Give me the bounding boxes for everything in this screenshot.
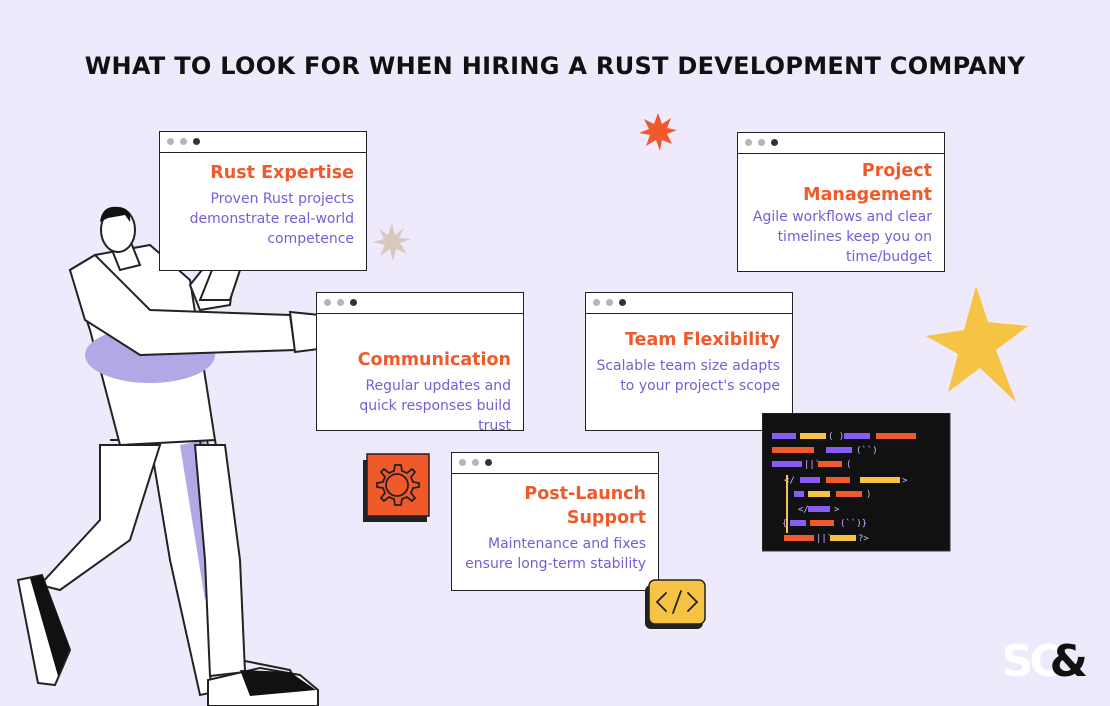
card-communication: Communication Regular updates and quick … <box>316 292 524 434</box>
svg-text:(``)}: (``)} <box>840 518 867 529</box>
starburst-icon <box>926 286 1028 402</box>
window-titlebar <box>160 132 366 153</box>
brand-logo: SC& <box>1002 640 1088 684</box>
card-text: Maintenance and fixes ensure long-term s… <box>465 536 646 572</box>
code-window-icon: ( )(``)||`( </>)</> {(``)}||` ?> <box>762 413 951 552</box>
window-titlebar <box>738 133 944 154</box>
card-team-flexibility: Team Flexibility Scalable team size adap… <box>585 292 793 431</box>
svg-text:>: > <box>834 505 840 515</box>
window-titlebar <box>586 293 792 314</box>
svg-text:(: ( <box>846 460 851 470</box>
starburst-icon <box>373 223 411 261</box>
svg-text:>: > <box>902 476 908 486</box>
svg-text:||`: ||` <box>816 533 832 544</box>
card-heading: Post-Launch Support <box>524 484 646 528</box>
svg-text:): ) <box>866 490 871 500</box>
gear-icon <box>363 453 430 522</box>
card-rust-expertise: Rust Expertise Proven Rust projects demo… <box>159 131 367 271</box>
page-title: WHAT TO LOOK FOR WHEN HIRING A RUST DEVE… <box>84 52 1026 80</box>
person-illustration <box>16 206 358 706</box>
card-project-management: Project Management Agile workflows and c… <box>737 132 945 272</box>
card-heading: Team Flexibility <box>624 330 780 350</box>
svg-text:?>: ?> <box>858 534 869 544</box>
card-text: Scalable team size adapts to your projec… <box>596 358 780 394</box>
svg-text:</: </ <box>798 505 809 515</box>
svg-text:||`: ||` <box>804 459 820 470</box>
svg-text:</: </ <box>784 476 795 486</box>
card-text: Proven Rust projects demonstrate real-wo… <box>189 191 354 247</box>
card-heading: Communication <box>357 350 511 370</box>
window-titlebar <box>452 453 658 474</box>
code-brackets-icon <box>645 579 706 629</box>
card-text: Regular updates and quick responses buil… <box>359 378 511 434</box>
card-heading: Project Management <box>803 161 932 205</box>
svg-text:(``): (``) <box>856 445 878 456</box>
card-post-launch-support: Post-Launch Support Maintenance and fixe… <box>451 452 659 591</box>
svg-text:( ): ( ) <box>828 432 844 442</box>
window-titlebar <box>317 293 523 314</box>
logo-ampersand: & <box>1049 636 1088 687</box>
starburst-icon <box>639 113 677 151</box>
card-text: Agile workflows and clear timelines keep… <box>752 209 932 265</box>
card-heading: Rust Expertise <box>210 163 354 183</box>
